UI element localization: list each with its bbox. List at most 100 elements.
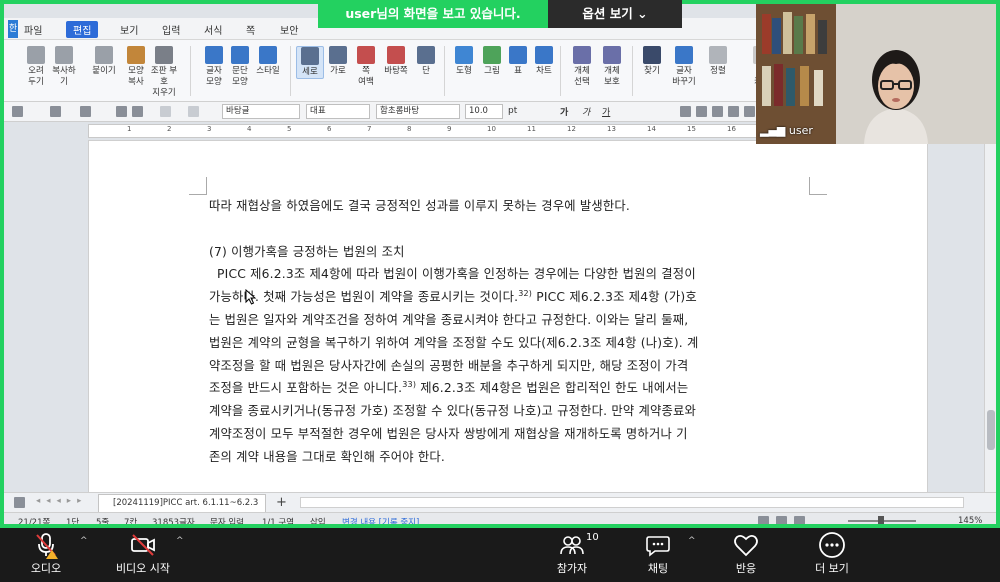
ribbon-button[interactable]: 개체 보호 (598, 46, 626, 88)
ribbon-button[interactable]: 바탕쪽 (382, 46, 410, 77)
language-select[interactable]: 대표 (306, 104, 370, 119)
preview-icon[interactable] (132, 106, 143, 117)
video-button[interactable]: 비디오 시작 (110, 530, 176, 576)
ribbon-button[interactable]: 도형 (450, 46, 478, 77)
align-left-icon[interactable] (696, 106, 707, 117)
reactions-button[interactable]: 반응 (726, 530, 766, 576)
menu-page[interactable]: 쪽 (246, 22, 255, 37)
menu-format[interactable]: 서식 (204, 22, 222, 37)
view-mode-icon[interactable] (794, 516, 805, 524)
ribbon-tool-icon (643, 46, 661, 64)
style-select[interactable]: 바탕글 (222, 104, 300, 119)
scroll-thumb[interactable] (987, 410, 995, 450)
add-tab-button[interactable]: + (276, 495, 287, 510)
video-off-icon (131, 534, 155, 556)
view-mode-icon[interactable] (758, 516, 769, 524)
status-track-changes[interactable]: 변경 내용 [기록 중지] (342, 516, 419, 524)
footnote-ref[interactable]: 32) (518, 289, 532, 298)
tab-document[interactable]: [20241119]PICC art. 6.1.11~6.2.3 (98, 494, 266, 512)
ribbon-button[interactable]: 글자 모양 (200, 46, 228, 88)
chevron-up-icon[interactable]: ^ (176, 536, 184, 546)
text-line: 계약을 종료시키거나(동규정 가호) 조정할 수 있다(동규정 나호)고 규정한… (209, 404, 697, 419)
menu-insert[interactable]: 입력 (162, 22, 180, 37)
new-doc-icon[interactable] (12, 106, 23, 117)
ribbon-button[interactable]: 붙이기 (90, 46, 118, 77)
ribbon-button[interactable]: 정렬 (704, 46, 732, 77)
ribbon-button[interactable]: 모양 복사 (122, 46, 150, 88)
unit-label[interactable]: pt (508, 106, 517, 116)
view-options-button[interactable]: 옵션 보기 ⌄ (548, 0, 682, 28)
font-size-input[interactable]: 10.0 (465, 104, 503, 119)
footnote-ref[interactable]: 33) (402, 380, 416, 389)
ribbon-button[interactable]: 세로 (296, 46, 324, 79)
ribbon-button[interactable]: 글자 바꾸기 (670, 46, 698, 88)
document-area: 따라 재협상을 하였음에도 결국 긍정적인 성과를 이루지 못하는 경우에 발생… (4, 140, 996, 492)
save-icon[interactable] (80, 106, 91, 117)
tab-nav-arrows[interactable]: ◂◂◂▸▸ (36, 496, 87, 506)
ribbon-separator (190, 46, 191, 96)
zoom-slider-thumb[interactable] (878, 516, 884, 524)
ribbon-label: 두기 (28, 77, 44, 87)
ruler-tick-label: 11 (527, 125, 536, 133)
align-justify-icon[interactable] (680, 106, 691, 117)
ribbon-button[interactable]: 개체 선택 (568, 46, 596, 88)
ribbon-button[interactable]: 차트 (530, 46, 558, 77)
menu-view[interactable]: 보기 (120, 22, 138, 37)
chevron-up-icon[interactable]: ^ (80, 536, 88, 546)
align-right-icon[interactable] (712, 106, 723, 117)
ribbon-tool-icon (301, 47, 319, 65)
redo-icon[interactable] (188, 106, 199, 117)
document-page[interactable]: 따라 재협상을 하였음에도 결국 긍정적인 성과를 이루지 못하는 경우에 발생… (88, 140, 928, 492)
participants-icon (560, 536, 584, 555)
chat-icon (646, 536, 670, 557)
ribbon-tool-icon (329, 46, 347, 64)
italic-button[interactable]: 가 (582, 105, 590, 118)
view-mode-icon[interactable] (776, 516, 787, 524)
ribbon-button[interactable]: 쪽 여백 (352, 46, 380, 88)
zoom-level[interactable]: 145% (958, 516, 982, 524)
font-select[interactable]: 함초롬바탕 (376, 104, 460, 119)
undo-icon[interactable] (160, 106, 171, 117)
ribbon-tool-icon (483, 46, 501, 64)
ribbon-button[interactable]: 문단 모양 (226, 46, 254, 88)
tab-list-icon[interactable] (14, 497, 25, 508)
ruler[interactable]: 1 2 3 4 5 6 7 8 9 10 11 12 13 14 15 16 (88, 124, 808, 138)
menu-edit[interactable]: 편집 (66, 21, 99, 38)
audio-button[interactable]: 오디오 (26, 530, 66, 576)
ribbon-button[interactable]: 단 (412, 46, 440, 77)
status-insert[interactable]: 삽입 (310, 516, 326, 524)
menu-security[interactable]: 보안 (280, 22, 298, 37)
align-center-icon[interactable] (728, 106, 739, 117)
vertical-scrollbar[interactable] (984, 130, 996, 494)
ribbon-button[interactable]: 표 (504, 46, 532, 77)
bold-button[interactable]: 가 (560, 105, 568, 118)
ribbon-tool-icon (603, 46, 621, 64)
ribbon-button[interactable]: 찾기 (638, 46, 666, 77)
more-button[interactable]: 더 보기 (810, 530, 854, 576)
status-section: 1/1 구역 (262, 518, 295, 528)
ribbon-tool-icon (95, 46, 113, 64)
underline-button[interactable]: 가 (602, 105, 610, 118)
print-icon[interactable] (116, 106, 127, 117)
ribbon-button[interactable]: 오려 두기 (22, 46, 50, 88)
chevron-down-icon: ⌄ (632, 6, 648, 21)
document-body[interactable]: 따라 재협상을 하였음에도 결국 긍정적인 성과를 이루지 못하는 경우에 발생… (209, 195, 809, 469)
ribbon-button[interactable]: 스타일 (254, 46, 282, 77)
text-line: 법원은 계약의 균형을 복구하기 위하여 계약을 조정할 수도 있다(제6.2.… (209, 335, 699, 350)
chevron-up-icon[interactable]: ^ (688, 536, 696, 546)
ribbon-tool-icon (127, 46, 145, 64)
ribbon-button[interactable]: 조판 부호 지우기 (150, 46, 178, 99)
ribbon-label: 가로 (330, 66, 346, 76)
participants-count: 10 (586, 532, 599, 543)
menu-file[interactable]: 파일 (24, 22, 42, 37)
participant-video[interactable]: ▂▄▆ user (756, 4, 996, 144)
status-bar: 21/21쪽 1단 5줄 7칸 31853글자 문자 입력 1/1 구역 삽입 … (4, 512, 996, 528)
chat-button[interactable]: 채팅 (640, 530, 676, 576)
horizontal-scrollbar[interactable] (300, 497, 964, 508)
align-distribute-icon[interactable] (744, 106, 755, 117)
open-icon[interactable] (50, 106, 61, 117)
ruler-tick-label: 2 (167, 125, 172, 133)
ribbon-button[interactable]: 복사하기 (50, 46, 78, 88)
ribbon-button[interactable]: 그림 (478, 46, 506, 77)
ribbon-button[interactable]: 가로 (324, 46, 352, 77)
